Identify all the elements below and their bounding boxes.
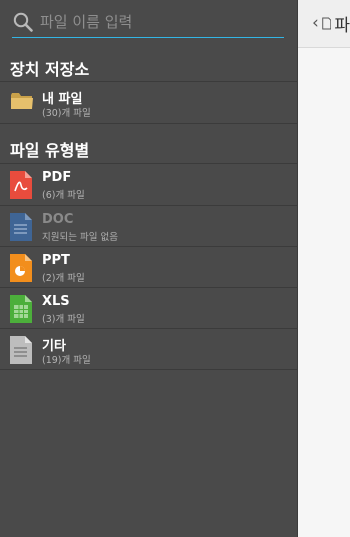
item-label: PDF [42, 170, 72, 185]
item-count: (2)개 파일 [42, 273, 85, 284]
navigation-drawer: 장치 저장소 내 파일 (30)개 파일 파일 유형별 PDF (6)개 파일 … [0, 0, 297, 537]
list-item-doc[interactable]: DOC 지원되는 파일 없음 [0, 206, 297, 247]
search-input[interactable] [40, 12, 270, 31]
item-count: (19)개 파일 [42, 355, 91, 366]
document-icon [322, 17, 332, 30]
item-label: DOC [42, 212, 74, 227]
xls-file-icon [10, 295, 32, 323]
chevron-left-icon[interactable]: ‹ [312, 15, 319, 32]
device-storage-header: 장치 저장소 [10, 60, 90, 79]
main-toolbar: ‹ 파 [298, 0, 350, 48]
item-count: (3)개 파일 [42, 314, 85, 325]
list-item-my-files[interactable]: 내 파일 (30)개 파일 [0, 82, 297, 123]
search-bar [12, 6, 284, 38]
list-item-pdf[interactable]: PDF (6)개 파일 [0, 164, 297, 205]
list-item-xls[interactable]: XLS (3)개 파일 [0, 288, 297, 329]
item-count: 지원되는 파일 없음 [42, 232, 118, 243]
folder-icon [11, 93, 33, 109]
list-item-other[interactable]: 기타 (19)개 파일 [0, 329, 297, 370]
file-types-header: 파일 유형별 [10, 141, 90, 160]
doc-file-icon [10, 213, 32, 241]
item-count: (30)개 파일 [42, 108, 91, 119]
divider [0, 369, 297, 370]
item-label: PPT [42, 253, 70, 268]
item-count: (6)개 파일 [42, 190, 85, 201]
search-icon [13, 12, 33, 32]
divider [0, 123, 297, 124]
page-title: 파 [334, 16, 350, 36]
list-item-ppt[interactable]: PPT (2)개 파일 [0, 247, 297, 288]
ppt-file-icon [10, 254, 32, 282]
item-label: XLS [42, 294, 70, 309]
generic-file-icon [10, 336, 32, 364]
main-content: ‹ 파 [297, 0, 350, 537]
pdf-file-icon [10, 171, 32, 199]
